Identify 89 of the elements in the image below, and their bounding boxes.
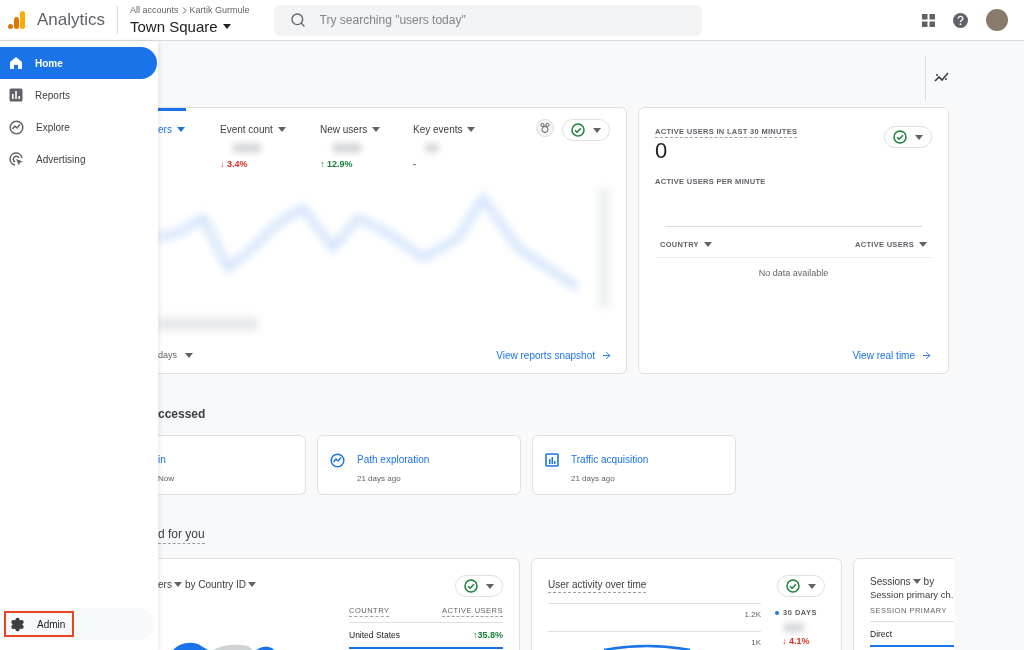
status-button[interactable] xyxy=(562,119,610,141)
metric-tab[interactable]: ers xyxy=(158,122,220,137)
metric-tab[interactable]: Key events xyxy=(413,122,506,137)
metric-tab[interactable]: Event count xyxy=(220,122,320,137)
caret-icon xyxy=(703,241,712,247)
nav-item[interactable]: Advertising xyxy=(0,143,157,175)
help-icon[interactable] xyxy=(953,12,968,28)
metric-selector[interactable]: Sessions xyxy=(870,575,921,588)
channel-name: Direct xyxy=(870,622,954,647)
recent-card[interactable]: in Now xyxy=(158,435,306,495)
metric-tab[interactable]: New users xyxy=(320,122,413,137)
axis-label: 1K xyxy=(751,637,761,649)
section-heading: d for you xyxy=(158,525,205,544)
caret-icon xyxy=(372,127,381,132)
arrow-right-icon xyxy=(601,350,612,361)
caret-icon xyxy=(277,127,286,132)
blurred-value xyxy=(425,143,439,153)
section-heading: ccessed xyxy=(158,406,206,423)
product-name: Analytics xyxy=(37,9,106,32)
caret-icon xyxy=(173,582,182,587)
blurred-value xyxy=(332,143,362,153)
recent-item-title: Path exploration xyxy=(357,453,430,467)
bar-chart-icon xyxy=(9,88,23,102)
blurred-value xyxy=(783,623,805,633)
dimension-label: Session primary ch. xyxy=(870,588,954,601)
target-cursor-icon xyxy=(9,151,24,167)
status-button[interactable] xyxy=(455,575,503,597)
recent-item-time: Now xyxy=(158,473,174,485)
apps-grid-icon[interactable] xyxy=(922,13,935,27)
status-button[interactable] xyxy=(884,126,932,148)
change-value: - xyxy=(413,158,416,171)
trend-circle-icon xyxy=(330,453,345,468)
caret-icon xyxy=(912,579,921,584)
change-value: ↓ 3.4% xyxy=(220,158,248,171)
metric-selector[interactable]: ers xyxy=(158,577,182,592)
search-icon xyxy=(289,11,306,28)
change-value: ↓ 4.1% xyxy=(782,635,810,649)
arrow-right-icon xyxy=(921,350,932,361)
recent-item-title: in xyxy=(158,453,167,467)
nav-item[interactable]: Reports xyxy=(0,79,157,111)
caret-icon xyxy=(486,583,494,589)
caret-icon xyxy=(919,241,927,247)
date-range-selector[interactable]: days xyxy=(158,348,193,363)
settings-icon xyxy=(10,616,25,632)
empty-message: No data available xyxy=(758,266,829,280)
trend-circle-icon xyxy=(9,119,24,135)
recent-card[interactable]: Path exploration 21 days ago xyxy=(317,435,521,495)
caret-icon xyxy=(176,127,185,132)
caret-icon xyxy=(915,134,923,140)
caret-icon xyxy=(248,582,257,587)
caret-icon xyxy=(222,24,231,29)
caret-icon xyxy=(467,127,476,132)
blurred-value xyxy=(232,143,262,153)
breadcrumb-link[interactable]: All accounts xyxy=(130,6,179,15)
recent-card[interactable]: Traffic acquisition 21 days ago xyxy=(532,435,736,495)
card-title: User activity over time xyxy=(548,577,647,593)
recent-item-title: Traffic acquisition xyxy=(571,453,649,467)
axis-label: 1.2K xyxy=(744,609,761,621)
caret-icon xyxy=(185,353,193,358)
property-selector[interactable]: Town Square xyxy=(130,19,250,34)
chevron-right-icon xyxy=(181,7,187,14)
dimension-selector[interactable]: by Country ID xyxy=(184,577,257,592)
compare-icon[interactable] xyxy=(536,119,554,137)
nav-item[interactable]: Explore xyxy=(0,111,157,143)
country-name: United States xyxy=(349,629,401,643)
joiner-label: by xyxy=(923,575,935,588)
caret-icon xyxy=(808,583,816,589)
status-button[interactable] xyxy=(777,575,825,597)
change-value: ↑ 12.9% xyxy=(320,158,353,171)
check-circle-icon xyxy=(464,579,478,593)
home-icon xyxy=(9,56,23,70)
bar-chart-icon xyxy=(545,453,559,467)
check-circle-icon xyxy=(893,130,907,144)
avatar[interactable] xyxy=(986,9,1008,31)
nav-item[interactable]: Home xyxy=(0,47,157,79)
search-field[interactable]: Try searching "users today" xyxy=(273,4,702,36)
caret-icon xyxy=(593,127,601,133)
recent-item-time: 21 days ago xyxy=(357,473,402,485)
admin-nav-item[interactable]: Admin xyxy=(4,611,74,637)
insights-icon[interactable] xyxy=(934,71,950,83)
breadcrumb-link[interactable]: Kartik Gurmule xyxy=(189,6,250,15)
logo-icon xyxy=(8,11,25,29)
check-circle-icon xyxy=(571,123,585,137)
view-reports-link[interactable]: View reports snapshot xyxy=(496,348,612,363)
recent-item-time: 21 days ago xyxy=(571,473,616,485)
view-real-time-link[interactable]: View real time xyxy=(852,348,932,363)
active-users-count: 0 xyxy=(655,138,669,165)
change-value: ↑35.8% xyxy=(472,629,503,643)
check-circle-icon xyxy=(786,579,800,593)
